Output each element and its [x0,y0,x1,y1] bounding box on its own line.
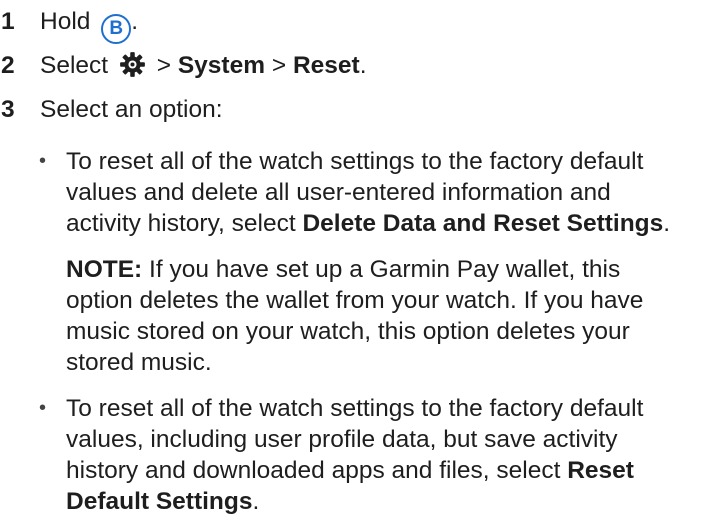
step-1-text: Hold [40,8,91,35]
list-item: • To reset all of the watch settings to … [0,146,701,239]
step-number: 3 [1,96,15,123]
note-block: NOTE: If you have set up a Garmin Pay wa… [0,254,701,378]
menu-item-system: System [177,52,266,79]
step-text: Select > System > Reset. [40,50,367,81]
bullet-icon: • [39,150,47,172]
step-text: Hold B. [40,6,138,44]
step-2: 2 Select > System > Reset. [0,44,701,88]
breadcrumb-separator: > [271,52,287,79]
step-2-end: . [359,52,367,79]
option-end: . [663,210,671,237]
option-end: . [252,488,260,515]
step-1: 1 Hold B. [0,0,701,44]
gear-icon [120,52,145,77]
breadcrumb-separator: > [156,52,172,79]
b-button-icon: B [101,14,132,44]
option-name: Delete Data and Reset Settings [302,210,664,237]
step-number: 1 [1,8,15,35]
step-3: 3 Select an option: [0,88,701,132]
step-number: 2 [1,52,15,79]
note-text: If you have set up a Garmin Pay wallet, … [66,256,644,376]
bullet-icon: • [39,397,47,419]
list-item: • To reset all of the watch settings to … [0,393,701,517]
menu-item-reset: Reset [292,52,360,79]
option-list: • To reset all of the watch settings to … [0,146,701,517]
step-2-text: Select [40,52,109,79]
instruction-document: 1 Hold B. 2 Select > System > Reset. 3 S… [0,0,701,132]
option-text: To reset all of the watch settings to th… [66,395,644,484]
step-1-end: . [131,8,139,35]
note-label: NOTE: [66,256,143,283]
step-text: Select an option: [40,96,223,123]
